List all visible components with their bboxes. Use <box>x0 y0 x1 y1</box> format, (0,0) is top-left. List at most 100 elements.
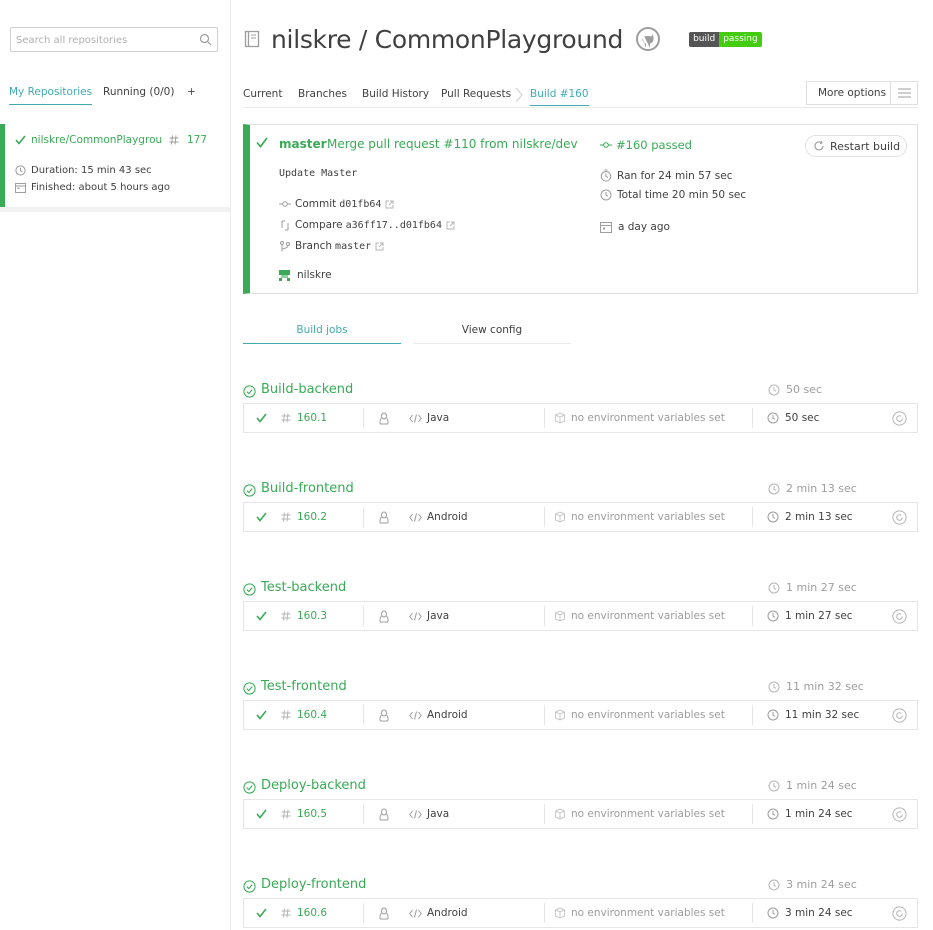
job-row[interactable]: 160.2 Android no environment variables s… <box>243 502 918 532</box>
stage-duration-text: 2 min 13 sec <box>786 482 857 495</box>
sidebar: My Repositories Running (0/0) + nilskre/… <box>0 0 231 930</box>
code-icon <box>409 800 422 828</box>
compare-row[interactable]: Compare a36ff17..d01fb64 <box>279 219 455 231</box>
divider <box>363 705 364 725</box>
search-icon[interactable] <box>199 33 212 46</box>
stage-header: Test-backend 1 min 27 sec <box>243 580 918 598</box>
job-number[interactable]: 160.5 <box>297 800 327 828</box>
job-passed-check-icon <box>256 602 267 630</box>
restart-job-icon[interactable] <box>892 800 907 828</box>
add-repository-button[interactable]: + <box>187 86 196 104</box>
clock-icon <box>767 602 779 630</box>
job-number[interactable]: 160.4 <box>297 701 327 729</box>
passed-check-icon <box>15 135 26 145</box>
external-link-icon[interactable] <box>375 242 384 251</box>
job-language: Java <box>427 412 450 424</box>
job-number[interactable]: 160.1 <box>297 404 327 432</box>
repo-duration-text: Duration: 15 min 43 sec <box>31 165 152 176</box>
repo-link[interactable]: nilskre/CommonPlaygroung <box>31 134 163 146</box>
job-env: no environment variables set <box>571 808 725 820</box>
job-number[interactable]: 160.3 <box>297 602 327 630</box>
job-duration: 1 min 27 sec <box>785 610 853 622</box>
stage-duration: 1 min 24 sec <box>768 779 857 792</box>
restart-job-icon[interactable] <box>892 701 907 729</box>
restart-job-icon[interactable] <box>892 503 907 531</box>
clock-icon <box>768 582 780 594</box>
divider <box>752 903 753 923</box>
clock-icon <box>768 384 780 396</box>
repo-build-number[interactable]: 177 <box>187 134 207 146</box>
hash-icon <box>281 602 291 630</box>
github-icon[interactable] <box>635 26 661 52</box>
build-date-text: a day ago <box>618 221 670 233</box>
hamburger-menu-icon[interactable] <box>890 82 917 104</box>
job-row[interactable]: 160.3 Java no environment variables set … <box>243 601 918 631</box>
build-branch[interactable]: master <box>279 137 327 151</box>
restart-job-icon[interactable] <box>892 602 907 630</box>
build-state: #160 passed <box>600 138 692 152</box>
job-duration: 50 sec <box>785 412 820 424</box>
stage-passed-icon <box>243 385 256 398</box>
hash-icon <box>281 899 291 927</box>
job-env: no environment variables set <box>571 610 725 622</box>
compare-range[interactable]: a36ff17..d01fb64 <box>346 220 442 231</box>
divider <box>544 903 545 923</box>
clock-icon <box>600 189 612 201</box>
divider <box>363 804 364 824</box>
job-number[interactable]: 160.2 <box>297 503 327 531</box>
tab-pull-requests[interactable]: Pull Requests <box>441 88 511 100</box>
env-box-icon <box>554 503 566 531</box>
branch-row[interactable]: Branch master <box>279 240 384 252</box>
job-duration: 2 min 13 sec <box>785 511 853 523</box>
tab-current[interactable]: Current <box>243 88 282 100</box>
clock-icon <box>768 483 780 495</box>
commit-icon <box>279 200 291 208</box>
job-number[interactable]: 160.6 <box>297 899 327 927</box>
job-passed-check-icon <box>256 701 267 729</box>
tab-branches[interactable]: Branches <box>298 88 347 100</box>
restart-job-icon[interactable] <box>892 404 907 432</box>
tab-build-history[interactable]: Build History <box>362 88 429 100</box>
search-box[interactable] <box>10 27 218 52</box>
compare-label: Compare <box>295 219 343 231</box>
commit-icon <box>600 141 612 149</box>
restart-build-button[interactable]: Restart build <box>805 135 907 157</box>
stage-test-frontend: Test-frontend 11 min 32 sec 160.4 Androi… <box>243 679 918 739</box>
linux-icon <box>378 602 390 630</box>
job-language: Android <box>427 709 468 721</box>
stage-test-backend: Test-backend 1 min 27 sec 160.3 Java no … <box>243 580 918 640</box>
external-link-icon[interactable] <box>446 221 455 230</box>
repo-card[interactable]: nilskre/CommonPlaygroung 177 Duration: 1… <box>0 124 230 207</box>
build-status-badge[interactable]: build passing <box>689 31 762 47</box>
branch-name[interactable]: master <box>335 241 371 252</box>
tab-my-repositories[interactable]: My Repositories <box>9 86 93 105</box>
commit-row[interactable]: Commit d01fb64 <box>279 198 394 210</box>
build-state-text: #160 passed <box>616 138 692 152</box>
job-row[interactable]: 160.1 Java no environment variables set … <box>243 403 918 433</box>
build-branch-name[interactable]: master <box>279 137 327 151</box>
job-row[interactable]: 160.4 Android no environment variables s… <box>243 700 918 730</box>
commit-sha[interactable]: d01fb64 <box>339 199 381 210</box>
restart-job-icon[interactable] <box>892 899 907 927</box>
stage-duration-text: 11 min 32 sec <box>786 680 864 693</box>
clock-icon <box>767 503 779 531</box>
commit-title[interactable]: Merge pull request #110 from nilskre/dev <box>327 137 578 151</box>
job-language: Java <box>427 610 450 622</box>
more-options-button[interactable]: More options <box>806 81 918 105</box>
repo-card-header: nilskre/CommonPlaygroung 177 <box>15 134 207 146</box>
main-content: nilskre / CommonPlayground build passing… <box>231 0 933 930</box>
total-time: Total time 20 min 50 sec <box>600 189 746 201</box>
stage-name: Build-backend <box>261 382 354 397</box>
hash-icon <box>281 404 291 432</box>
tab-view-config[interactable]: View config <box>413 322 571 344</box>
job-row[interactable]: 160.6 Android no environment variables s… <box>243 898 918 928</box>
clock-icon <box>768 780 780 792</box>
tab-running[interactable]: Running (0/0) <box>103 86 174 104</box>
tab-build-jobs[interactable]: Build jobs <box>243 322 401 344</box>
search-input[interactable] <box>16 32 192 48</box>
env-box-icon <box>554 800 566 828</box>
tab-build-160[interactable]: Build #160 <box>530 88 589 106</box>
job-row[interactable]: 160.5 Java no environment variables set … <box>243 799 918 829</box>
external-link-icon[interactable] <box>385 200 394 209</box>
badge-label: build <box>689 31 720 47</box>
